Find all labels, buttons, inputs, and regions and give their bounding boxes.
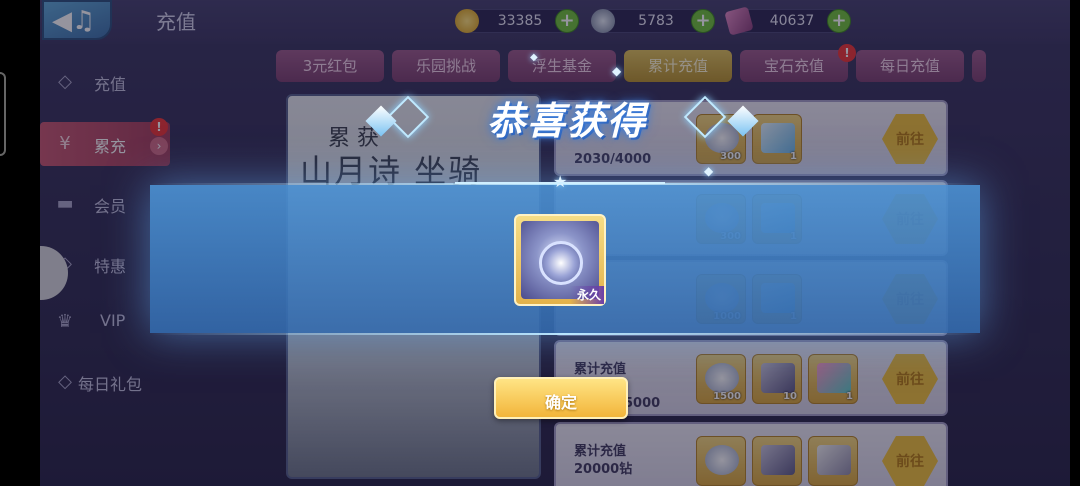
- confirm-button[interactable]: 确定: [494, 377, 628, 419]
- permanent-tag: 永久: [570, 286, 604, 304]
- title-underline: [455, 182, 665, 184]
- game-screen: ◀♫ 充值 33385 + 5783 + 40637 + 3元红包 乐园挑战 浮…: [0, 0, 1080, 486]
- obtained-reward-item[interactable]: 永久: [514, 214, 606, 306]
- sparkle-icon: ◆: [612, 64, 622, 78]
- right-edge: [1070, 0, 1080, 486]
- edge-handle[interactable]: [0, 72, 6, 156]
- left-edge: [0, 0, 40, 486]
- band-divider: [150, 333, 980, 335]
- congrats-title: 恭喜获得: [486, 99, 647, 143]
- sparkle-icon: ◆: [704, 164, 714, 178]
- sparkle-icon: ◆: [530, 52, 538, 63]
